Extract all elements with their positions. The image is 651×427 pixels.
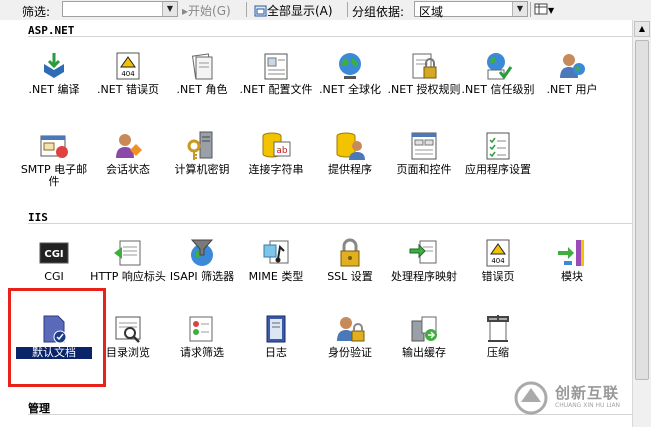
modules-icon	[556, 237, 588, 269]
providers-icon	[334, 130, 366, 162]
svg-text:404: 404	[491, 257, 505, 265]
feature-net-compilation[interactable]: .NET 编译	[16, 44, 92, 116]
error-page-icon: 404	[112, 50, 144, 82]
feature-providers[interactable]: 提供程序	[312, 124, 388, 196]
toolbar-separator	[347, 2, 348, 17]
mime-icon	[260, 237, 292, 269]
http-headers-icon	[112, 237, 144, 269]
globe-icon	[334, 50, 366, 82]
trust-level-icon	[482, 50, 514, 82]
chevron-down-icon[interactable]: ▼	[162, 2, 177, 16]
filter-input[interactable]: ▼	[62, 1, 178, 17]
directory-browsing-icon	[112, 313, 144, 345]
feature-output-caching[interactable]: 输出缓存	[386, 307, 462, 379]
session-state-icon	[112, 130, 144, 162]
smtp-icon	[38, 130, 70, 162]
compression-icon	[482, 313, 514, 345]
feature-net-profile[interactable]: .NET 配置文件	[238, 44, 314, 116]
roles-icon	[186, 50, 218, 82]
vertical-scrollbar[interactable]: ▲	[632, 20, 651, 427]
group-by-value: 区域	[419, 5, 444, 19]
feature-net-users[interactable]: .NET 用户	[534, 44, 610, 116]
feature-ssl-settings[interactable]: SSL 设置	[312, 231, 388, 303]
chevron-down-icon: ▼	[548, 6, 555, 15]
feature-net-trust-levels[interactable]: .NET 信任级别	[460, 44, 536, 116]
show-all-button[interactable]: 全部显示(A)	[254, 2, 333, 19]
show-all-icon	[254, 5, 267, 17]
error-pages-icon: 404	[482, 237, 514, 269]
feature-machine-key[interactable]: 计算机密钥	[164, 124, 240, 196]
filter-label: 筛选:	[22, 5, 51, 19]
view-button[interactable]: ▼	[534, 2, 554, 16]
feature-connection-strings[interactable]: ab 连接字符串	[238, 124, 314, 196]
machine-key-icon	[186, 130, 218, 162]
scroll-thumb[interactable]	[635, 40, 649, 380]
svg-text:404: 404	[121, 70, 135, 78]
svg-text:ab: ab	[276, 146, 288, 156]
watermark-logo: 创新互联 CHUANG XIN HU LIAN	[513, 380, 643, 418]
toolbar-separator	[246, 2, 247, 17]
feature-logging[interactable]: 日志	[238, 307, 314, 379]
app-settings-icon	[482, 130, 514, 162]
cgi-icon: CGI	[38, 237, 70, 269]
feature-application-settings[interactable]: 应用程序设置	[460, 124, 536, 196]
group-divider	[28, 223, 645, 224]
feature-smtp-email[interactable]: SMTP 电子邮件	[16, 124, 92, 196]
group-by-select[interactable]: 区域 ▼	[414, 1, 528, 19]
authentication-icon	[334, 313, 366, 345]
feature-isapi-filters[interactable]: ISAPI 筛选器	[164, 231, 240, 303]
feature-net-roles[interactable]: .NET 角色	[164, 44, 240, 116]
feature-net-error-pages[interactable]: 404 .NET 错误页	[90, 44, 166, 116]
feature-handler-mappings[interactable]: 处理程序映射	[386, 231, 462, 303]
feature-modules[interactable]: 模块	[534, 231, 610, 303]
view-icon	[534, 3, 548, 15]
feature-mime-types[interactable]: MIME 类型	[238, 231, 314, 303]
group-by-label: 分组依据:	[352, 5, 405, 19]
feature-compression[interactable]: 压缩	[460, 307, 536, 379]
profile-icon	[260, 50, 292, 82]
filter-toolbar: 筛选: ▼ ▸开始(G) 全部显示(A) 分组依据: 区域 ▼ ▼	[0, 0, 651, 21]
svg-text:CGI: CGI	[44, 249, 63, 260]
feature-error-pages[interactable]: 404 错误页	[460, 231, 536, 303]
pages-controls-icon	[408, 130, 440, 162]
watermark-mark-icon	[514, 381, 548, 415]
authorization-icon	[408, 50, 440, 82]
feature-session-state[interactable]: 会话状态	[90, 124, 166, 196]
compile-icon	[38, 50, 70, 82]
scroll-up-button[interactable]: ▲	[634, 21, 650, 37]
feature-net-globalization[interactable]: .NET 全球化	[312, 44, 388, 116]
ssl-icon	[334, 237, 366, 269]
feature-request-filtering[interactable]: 请求筛选	[164, 307, 240, 379]
group-divider	[28, 36, 645, 37]
handler-mappings-icon	[408, 237, 440, 269]
feature-pages-and-controls[interactable]: 页面和控件	[386, 124, 462, 196]
feature-authentication[interactable]: 身份验证	[312, 307, 388, 379]
output-cache-icon	[408, 313, 440, 345]
feature-net-authorization-rules[interactable]: .NET 授权规则	[386, 44, 462, 116]
request-filtering-icon	[186, 313, 218, 345]
start-button[interactable]: ▸开始(G)	[182, 2, 231, 19]
toolbar-separator	[530, 2, 531, 17]
annotation-highlight-box	[8, 288, 106, 387]
connection-string-icon: ab	[260, 130, 292, 162]
chevron-down-icon[interactable]: ▼	[512, 2, 527, 16]
logging-icon	[260, 313, 292, 345]
isapi-filter-icon	[186, 237, 218, 269]
users-icon	[556, 50, 588, 82]
